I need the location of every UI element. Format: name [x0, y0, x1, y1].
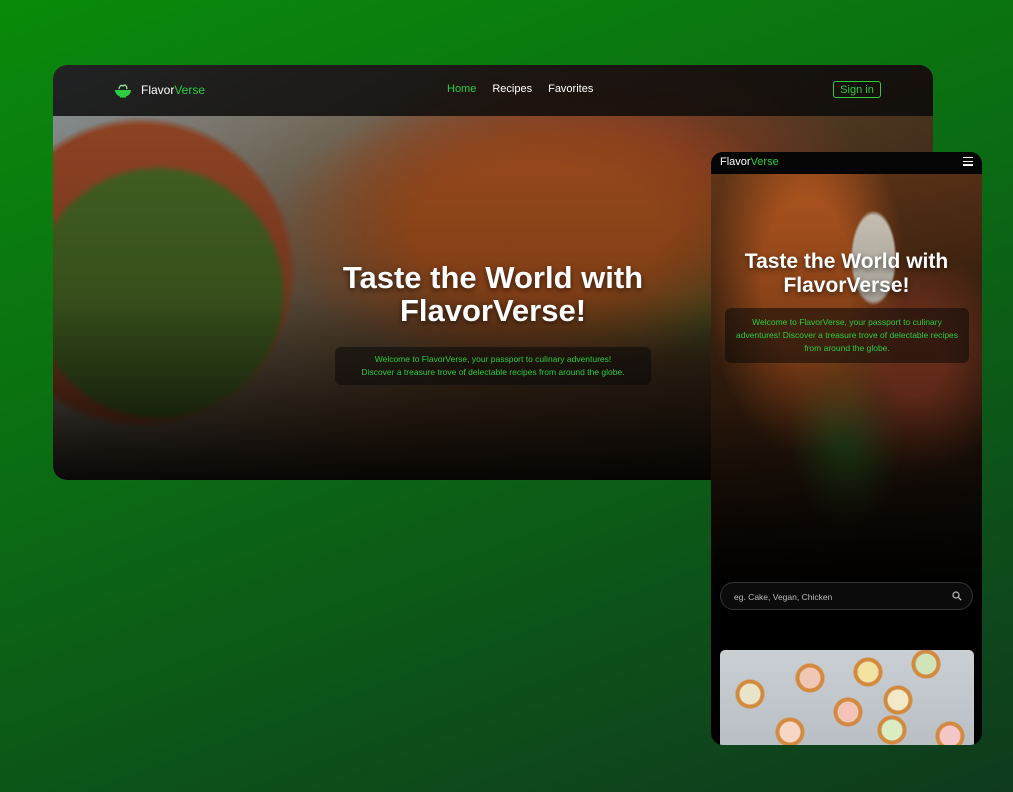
hero-description: Welcome to FlavorVerse, your passport to… — [335, 347, 651, 385]
brand-part-flavor: Flavor — [141, 83, 175, 97]
mobile-brand-part-verse: Verse — [750, 156, 779, 168]
desktop-hero: Taste the World with FlavorVerse! Welcom… — [293, 261, 693, 385]
mobile-brand-name[interactable]: FlavorVerse — [720, 156, 779, 168]
nav-home-link[interactable]: Home — [447, 83, 476, 95]
mobile-search-bar — [720, 582, 973, 610]
mobile-brand-part-flavor: Flavor — [720, 156, 751, 168]
nav-links: Home Recipes Favorites — [447, 83, 593, 95]
mobile-hero-overlay — [711, 174, 982, 594]
sign-in-button[interactable]: Sign in — [833, 81, 881, 98]
mobile-mockup: FlavorVerse Taste the World with FlavorV… — [711, 152, 982, 745]
hero-description-line-2: Discover a treasure trove of delectable … — [361, 367, 625, 377]
mobile-hero-description: Welcome to FlavorVerse, your passport to… — [725, 308, 969, 363]
recipe-card-image[interactable] — [720, 650, 974, 745]
nav-recipes-link[interactable]: Recipes — [492, 83, 532, 95]
brand-name: FlavorVerse — [141, 83, 205, 97]
mobile-hero-image — [711, 174, 982, 594]
hero-title: Taste the World with FlavorVerse! — [342, 260, 644, 328]
bowl-icon — [115, 84, 131, 98]
menu-icon[interactable] — [963, 157, 973, 166]
hero-description-line-1: Welcome to FlavorVerse, your passport to… — [374, 354, 612, 364]
mobile-hero: Taste the World with FlavorVerse! Welcom… — [725, 250, 969, 363]
desktop-logo[interactable]: FlavorVerse — [113, 81, 205, 99]
nav-favorites-link[interactable]: Favorites — [548, 83, 593, 95]
search-input[interactable] — [734, 589, 944, 605]
mobile-hero-title: Taste the World with FlavorVerse! — [744, 250, 949, 297]
desktop-navbar: FlavorVerse Home Recipes Favorites Sign … — [53, 65, 933, 116]
brand-part-verse: Verse — [174, 83, 206, 97]
search-icon[interactable] — [952, 591, 962, 601]
mobile-navbar: FlavorVerse — [711, 152, 982, 174]
